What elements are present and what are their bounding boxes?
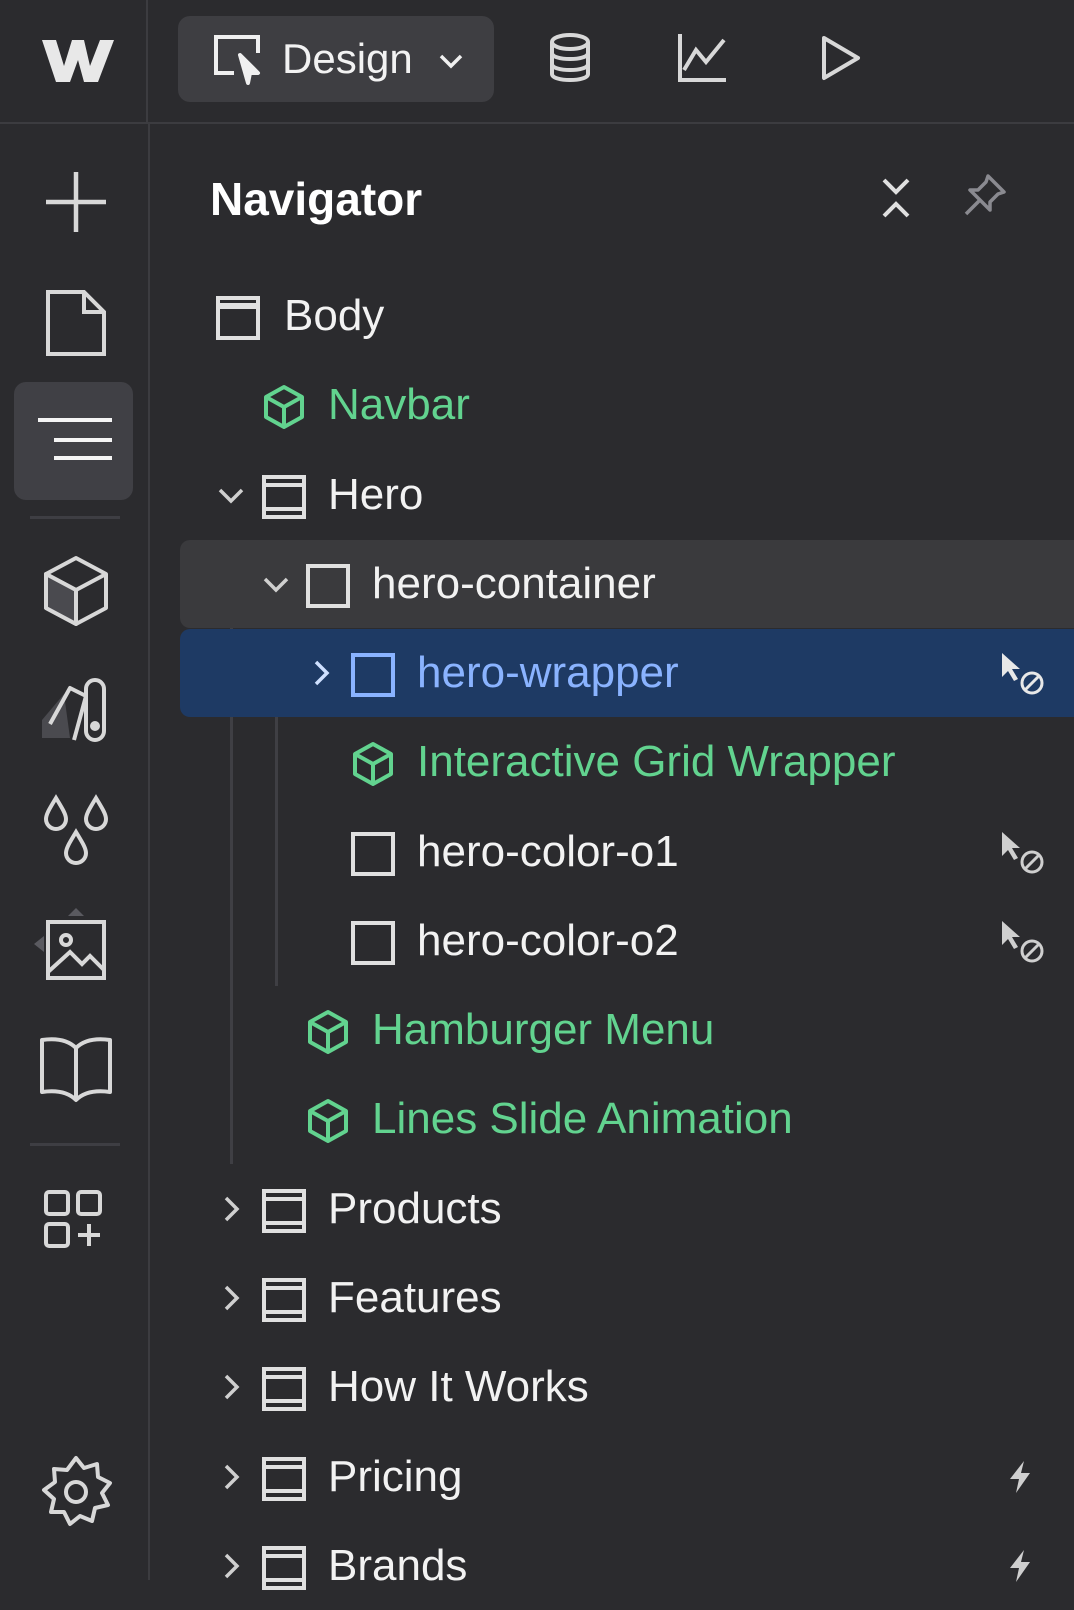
collapse-all-icon[interactable]	[874, 176, 918, 220]
assets-icon[interactable]	[34, 908, 118, 992]
component-icon	[308, 1099, 348, 1143]
nav-row-hero[interactable]: Hero	[180, 451, 1074, 539]
section-icon	[262, 475, 306, 519]
nav-row-hero-color-o1[interactable]: hero-color-o1	[180, 808, 1074, 896]
chevron-down-icon[interactable]	[259, 567, 293, 601]
nav-row-hero-container[interactable]: hero-container	[180, 540, 1074, 628]
section-icon	[262, 1367, 306, 1411]
nav-row-hero-color-o2[interactable]: hero-color-o2	[180, 897, 1074, 985]
section-icon	[262, 1189, 306, 1233]
nav-row-label: Navbar	[328, 380, 470, 429]
nav-row-products[interactable]: Products	[180, 1165, 1074, 1253]
design-mode-dropdown[interactable]: Design	[178, 16, 494, 102]
top-bar: Design	[0, 0, 1074, 124]
nav-row-interactive-grid-wrapper[interactable]: Interactive Grid Wrapper	[180, 718, 1074, 806]
section-icon	[262, 1278, 306, 1322]
body-icon	[216, 296, 260, 340]
apps-icon[interactable]	[34, 1178, 118, 1262]
chevron-right-icon[interactable]	[304, 656, 338, 690]
nav-row-hero-wrapper[interactable]: hero-wrapper	[180, 629, 1074, 717]
cms-database-icon[interactable]	[542, 30, 598, 86]
nav-row-label: hero-color-o1	[417, 827, 679, 876]
style-selector-icon[interactable]	[34, 668, 118, 752]
pages-icon[interactable]	[34, 282, 118, 366]
settings-icon[interactable]	[34, 1450, 118, 1534]
nav-row-label: Lines Slide Animation	[372, 1094, 793, 1143]
chevron-right-icon[interactable]	[214, 1192, 248, 1226]
components-icon[interactable]	[34, 550, 118, 634]
pin-icon[interactable]	[960, 172, 1008, 220]
nav-row-navbar[interactable]: Navbar	[180, 361, 1074, 449]
pointer-events-none-icon[interactable]	[996, 649, 1046, 699]
webflow-logo-icon[interactable]	[38, 30, 118, 90]
nav-row-label: How It Works	[328, 1362, 589, 1411]
rail-divider	[30, 516, 120, 519]
logo-cell	[0, 0, 148, 122]
section-icon	[262, 1457, 306, 1501]
design-mode-icon	[214, 35, 260, 85]
nav-row-label: Brands	[328, 1541, 468, 1590]
div-block-icon	[306, 564, 350, 608]
nav-row-brands[interactable]: Brands	[180, 1522, 1074, 1610]
webflow-designer: Design Navigator Body Navbar Hero hero-c…	[0, 0, 1074, 1590]
nav-row-label: Products	[328, 1184, 502, 1233]
libraries-icon[interactable]	[34, 1026, 118, 1110]
rail-divider	[30, 1143, 120, 1146]
panel-title: Navigator	[210, 173, 423, 225]
chevron-down-icon	[439, 54, 463, 69]
chevron-down-icon[interactable]	[214, 478, 248, 512]
nav-row-label: hero-wrapper	[417, 648, 679, 697]
chevron-right-icon[interactable]	[214, 1370, 248, 1404]
nav-row-label: Hamburger Menu	[372, 1005, 715, 1054]
pointer-events-none-icon[interactable]	[996, 828, 1046, 878]
section-icon	[262, 1546, 306, 1590]
div-block-icon	[351, 832, 395, 876]
preview-play-icon[interactable]	[812, 30, 868, 86]
nav-row-features[interactable]: Features	[180, 1254, 1074, 1342]
nav-row-label: Body	[284, 291, 385, 340]
chevron-right-icon[interactable]	[214, 1549, 248, 1583]
nav-row-label: Interactive Grid Wrapper	[417, 737, 896, 786]
div-block-icon	[351, 653, 395, 697]
chevron-right-icon[interactable]	[214, 1281, 248, 1315]
component-icon	[353, 742, 393, 786]
nav-row-label: hero-container	[372, 559, 656, 608]
component-icon	[264, 385, 304, 429]
div-block-icon	[351, 921, 395, 965]
navigator-icon[interactable]	[34, 400, 118, 484]
mode-label: Design	[282, 35, 413, 82]
variables-icon[interactable]	[34, 788, 118, 872]
nav-row-label: hero-color-o2	[417, 916, 679, 965]
nav-row-body[interactable]: Body	[180, 272, 1074, 360]
nav-row-label: Hero	[328, 470, 424, 519]
nav-row-label: Features	[328, 1273, 502, 1322]
nav-row-pricing[interactable]: Pricing	[180, 1433, 1074, 1521]
component-icon	[308, 1010, 348, 1054]
nav-row-label: Pricing	[328, 1452, 463, 1501]
nav-row-lines-slide-animation[interactable]: Lines Slide Animation	[180, 1075, 1074, 1163]
nav-row-how-it-works[interactable]: How It Works	[180, 1343, 1074, 1431]
analytics-icon[interactable]	[674, 30, 730, 86]
nav-row-hamburger-menu[interactable]: Hamburger Menu	[180, 986, 1074, 1074]
add-icon[interactable]	[34, 160, 118, 244]
interaction-bolt-icon[interactable]	[1004, 1459, 1036, 1495]
chevron-right-icon[interactable]	[214, 1460, 248, 1494]
interaction-bolt-icon[interactable]	[1004, 1548, 1036, 1584]
pointer-events-none-icon[interactable]	[996, 917, 1046, 967]
